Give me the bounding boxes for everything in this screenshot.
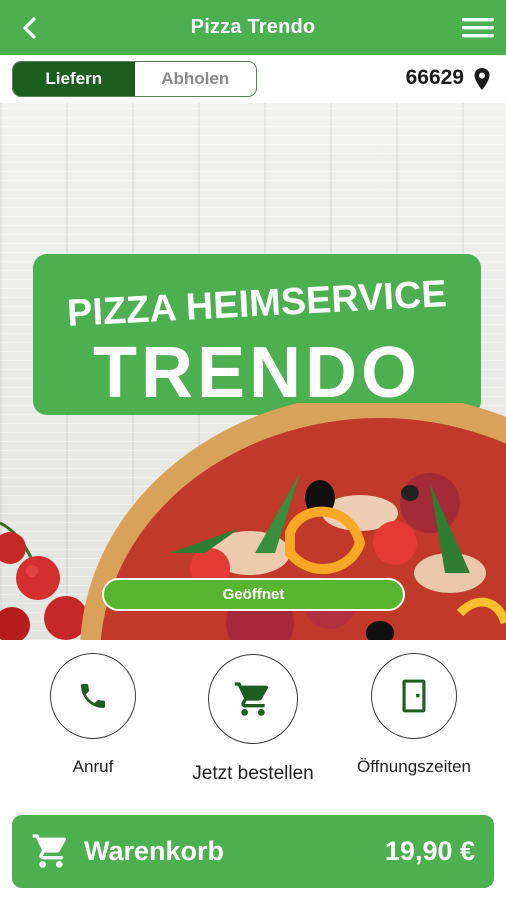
opening-hours-button[interactable] — [371, 653, 457, 739]
open-status-badge: Geöffnet — [102, 578, 405, 611]
opening-hours-label: Öffnungszeiten — [356, 757, 472, 776]
logo-line-1: PIZZA HEIMSERVICE — [66, 273, 448, 335]
call-label: Anruf — [72, 757, 114, 776]
tab-abholen[interactable]: Abholen — [134, 62, 256, 96]
order-action[interactable]: Jetzt bestellen — [173, 653, 333, 784]
cart-label: Warenkorb — [84, 836, 225, 866]
zip-code[interactable]: 66629 — [406, 66, 464, 90]
location-pin-icon[interactable] — [473, 67, 491, 91]
call-button[interactable] — [50, 653, 136, 739]
tab-liefern[interactable]: Liefern — [13, 62, 135, 96]
cart-button[interactable]: Warenkorb 19,90 € — [12, 815, 494, 888]
order-mode-toggle: Liefern Abholen — [12, 61, 257, 97]
cart-total: 19,90 € — [384, 836, 475, 866]
restaurant-logo: PIZZA HEIMSERVICE TRENDO — [33, 254, 481, 415]
chevron-left-icon[interactable] — [16, 14, 44, 42]
door-icon — [402, 679, 426, 713]
logo-line-2: TRENDO — [93, 333, 421, 413]
order-now-label: Jetzt bestellen — [192, 763, 314, 784]
call-action[interactable]: Anruf — [13, 653, 173, 783]
order-now-button[interactable] — [208, 654, 298, 744]
app-bar: Pizza Trendo — [0, 0, 506, 55]
hamburger-menu-icon[interactable] — [460, 13, 496, 43]
shopping-cart-icon — [32, 834, 66, 868]
hours-action[interactable]: Öffnungszeiten — [334, 653, 494, 783]
shopping-cart-icon — [234, 682, 268, 716]
order-options-bar: Liefern Abholen 66629 — [0, 55, 506, 103]
hero-banner: PIZZA HEIMSERVICE TRENDO Geöffnet — [0, 103, 506, 640]
page-title: Pizza Trendo — [190, 16, 316, 38]
phone-icon — [81, 684, 105, 708]
